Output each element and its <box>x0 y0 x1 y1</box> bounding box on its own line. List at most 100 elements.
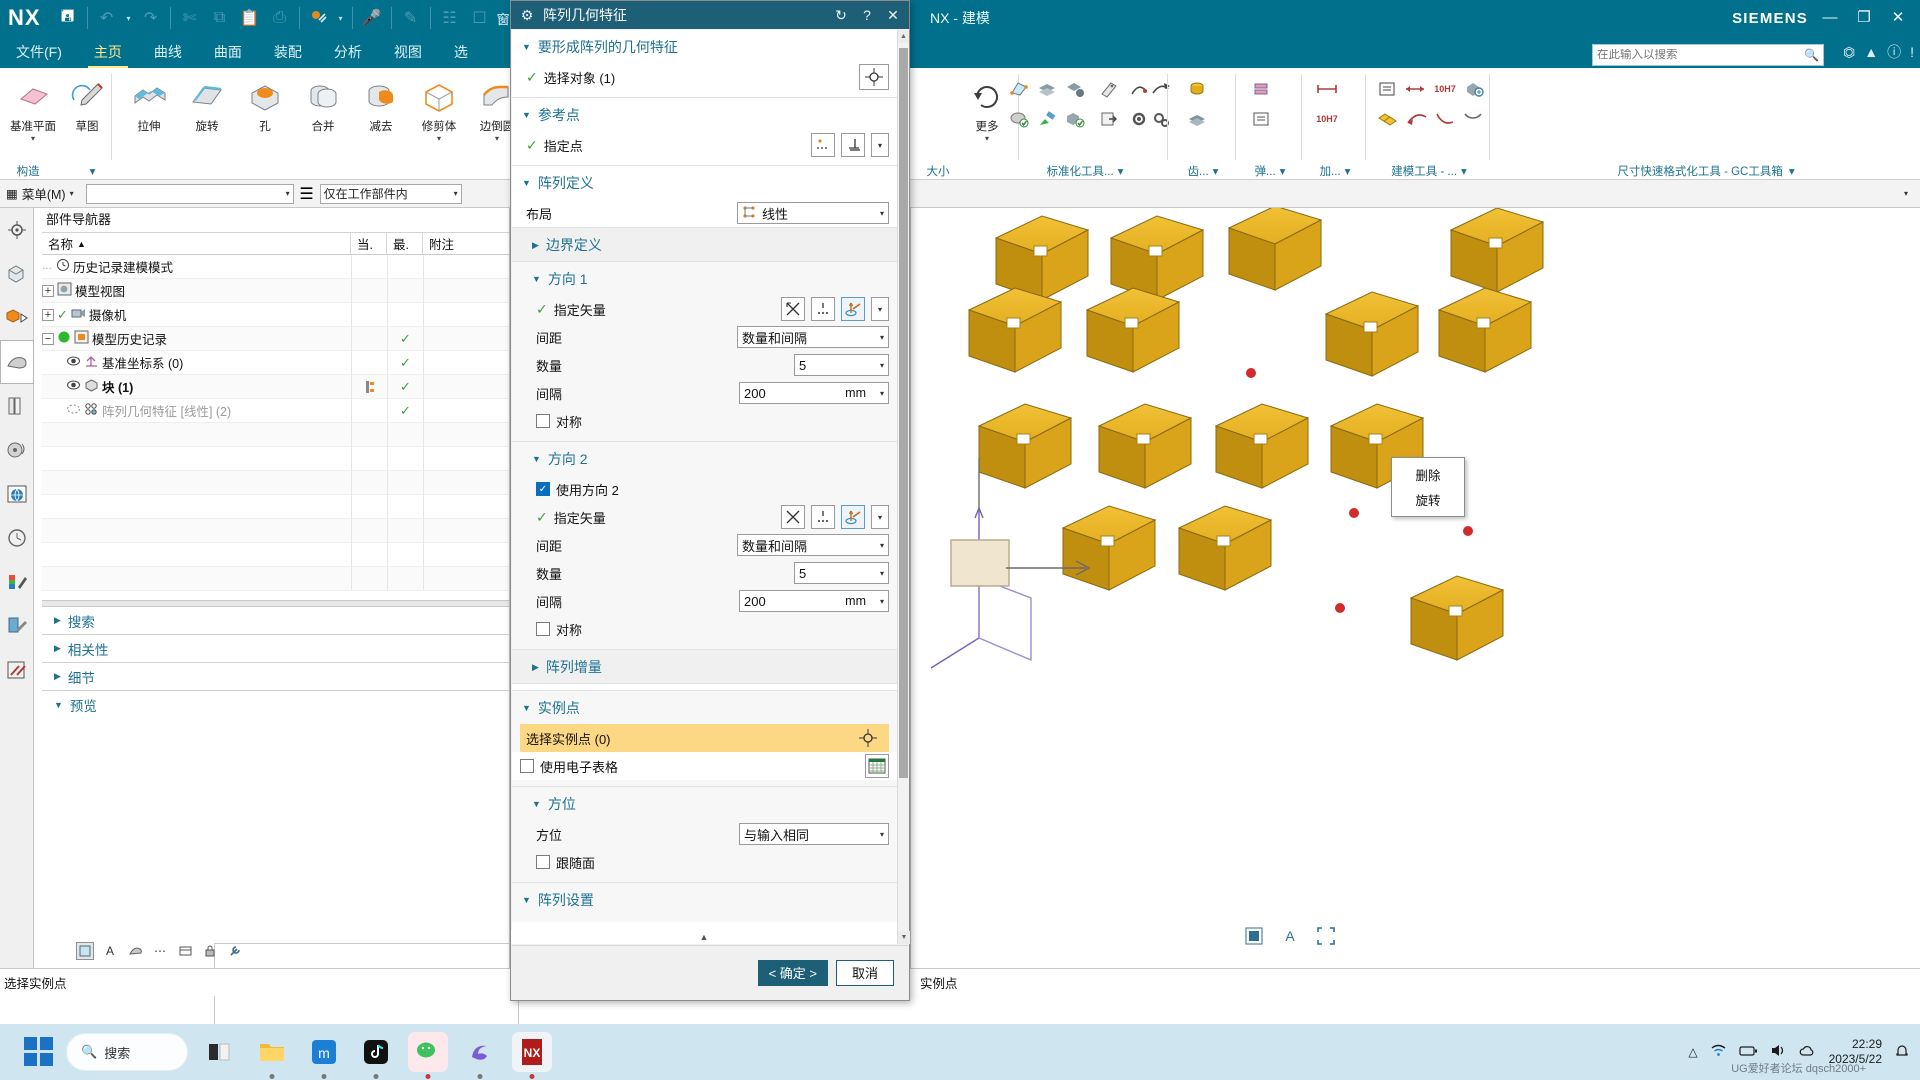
restore-button[interactable]: ❐ <box>1848 4 1880 30</box>
tab-curve[interactable]: 曲线 <box>138 39 198 68</box>
section-dependencies[interactable]: ▶ 相关性 <box>42 635 509 663</box>
search-icon[interactable]: 🔍 <box>1804 48 1819 62</box>
unite-button[interactable]: 合并 <box>292 76 354 134</box>
cloud-icon[interactable] <box>1799 1044 1817 1061</box>
chevron-down-icon[interactable]: ▼ <box>54 700 63 710</box>
revolve-button[interactable]: 旋转 <box>176 76 238 134</box>
chevron-down-icon[interactable]: ▼ <box>522 110 531 120</box>
use-spreadsheet-row[interactable]: 使用电子表格 <box>512 752 897 780</box>
chevron-down-icon[interactable]: ▼ <box>532 274 541 284</box>
alert-icon[interactable]: ! <box>1910 44 1914 60</box>
measure-icon[interactable] <box>1402 76 1428 102</box>
chevron-down-icon[interactable]: ▾ <box>880 541 884 550</box>
column-header-latest[interactable]: 最. <box>387 233 423 254</box>
chevron-down-icon[interactable]: ▾ <box>1461 164 1467 178</box>
edge-icon[interactable] <box>460 1032 500 1079</box>
coin-icon[interactable] <box>1184 76 1210 102</box>
chevron-down-icon[interactable]: ▼ <box>522 42 531 52</box>
table-row[interactable]: − 模型历史记录 ✓ <box>42 327 509 351</box>
search-input[interactable] <box>1597 49 1805 61</box>
direction2-symmetric-row[interactable]: 对称 <box>512 615 897 643</box>
reuse-library-icon[interactable] <box>0 384 34 428</box>
scrollbar-thumb[interactable] <box>899 48 908 778</box>
scroll-up-button[interactable]: ▲ <box>898 30 909 43</box>
table-row[interactable]: 阵列几何特征 [线性] (2) ✓ <box>42 399 509 423</box>
arc-icon[interactable] <box>1460 106 1486 132</box>
table-row[interactable]: 块 (1) ✓ <box>42 375 509 399</box>
specify-point-row[interactable]: ✓ 指定点 ▾ <box>512 131 897 159</box>
part-navigator-icon[interactable] <box>0 340 34 384</box>
cancel-button[interactable]: 取消 <box>836 959 894 986</box>
count-input[interactable]: 5 ▾ <box>794 354 889 376</box>
scope-combo[interactable]: 仅在工作部件内 ▾ <box>319 183 462 204</box>
chevron-up-icon[interactable]: ▲ <box>1864 44 1878 60</box>
section-header-boundary-definition[interactable]: ▶ 边界定义 <box>512 227 897 262</box>
section-header-direction-1[interactable]: ▼ 方向 1 <box>512 262 897 295</box>
tab-file[interactable]: 文件(F) <box>0 39 78 68</box>
tools-icon[interactable] <box>304 3 334 33</box>
assembly-navigator-icon[interactable] <box>0 208 34 252</box>
dimension-format-group-title[interactable]: 尺寸快速格式化工具 - GC工具箱 ▾ <box>1492 163 1920 179</box>
spacing-select[interactable]: 数量和间隔 ▾ <box>737 534 889 556</box>
filter-icon[interactable]: ☰ <box>294 184 320 204</box>
selection-icon[interactable] <box>1315 925 1337 947</box>
subtract-button[interactable]: 减去 <box>350 76 412 134</box>
list-icon[interactable] <box>176 942 194 960</box>
dots-icon[interactable]: ⋯ <box>151 942 169 960</box>
export-icon[interactable] <box>1096 106 1122 132</box>
chevron-down-icon[interactable]: ▾ <box>286 189 290 198</box>
symmetric-checkbox[interactable] <box>536 414 550 428</box>
close-button[interactable]: ✕ <box>1882 4 1914 30</box>
zoom-body-icon[interactable] <box>1462 76 1488 102</box>
battery-icon[interactable] <box>1739 1044 1758 1061</box>
use-direction2-row[interactable]: ✓ 使用方向 2 <box>512 475 897 503</box>
task-view-icon[interactable] <box>200 1032 240 1072</box>
orientation-select[interactable]: 与输入相同 ▾ <box>739 823 889 845</box>
expand-toggle[interactable]: + <box>42 308 54 321</box>
ok-button[interactable]: < 确定 > <box>757 959 828 986</box>
body-check-icon[interactable] <box>1062 106 1088 132</box>
panel-splitter[interactable] <box>42 600 509 607</box>
count-input[interactable]: 5 ▾ <box>794 562 889 584</box>
file-explorer-icon[interactable] <box>252 1032 292 1079</box>
tolerance2-icon[interactable]: 10H7 <box>1432 76 1458 102</box>
volume-icon[interactable] <box>1770 1043 1787 1061</box>
point-target-icon[interactable] <box>859 64 889 90</box>
selection-filter-combo[interactable]: ▾ <box>85 183 294 204</box>
chevron-down-icon[interactable]: ▾ <box>1280 164 1286 178</box>
redo-icon[interactable]: ↷ <box>136 3 166 33</box>
tag-icon[interactable] <box>1096 76 1122 102</box>
help-icon[interactable]: ? <box>857 7 877 23</box>
follow-face-row[interactable]: 跟随面 <box>512 848 897 876</box>
chevron-down-icon[interactable]: ▾ <box>880 569 884 578</box>
collapse-toggle[interactable]: − <box>42 332 54 345</box>
point-constructor-icon[interactable] <box>841 133 865 157</box>
expand-toggle[interactable]: + <box>42 284 54 297</box>
trim-body-button[interactable]: 修剪体 ▾ <box>408 76 470 143</box>
tab-home[interactable]: 主页 <box>78 39 138 68</box>
annotation-icon[interactable]: A <box>1279 925 1301 947</box>
help-icon[interactable]: ⓘ <box>1887 42 1901 62</box>
chevron-down-icon[interactable]: ▾ <box>70 189 74 198</box>
datum-plane-button[interactable]: 基准平面 ▾ <box>2 76 64 143</box>
cut-icon[interactable]: ✄ <box>175 3 205 33</box>
sequence-navigator-icon[interactable] <box>0 252 34 296</box>
chevron-down-icon[interactable]: ▾ <box>880 389 884 398</box>
window-tile-icon[interactable]: ☷ <box>435 3 465 33</box>
spreadsheet-icon[interactable] <box>865 754 889 778</box>
table-row[interactable]: + 模型视图 <box>42 279 509 303</box>
sheet-body-icon[interactable] <box>0 604 34 648</box>
chevron-down-icon[interactable]: ▼ <box>522 178 531 188</box>
direction2-vector-row[interactable]: ✓ 指定矢量 ▾ <box>512 503 897 531</box>
chevron-down-icon[interactable]: ▾ <box>2 134 64 143</box>
direction1-vector-row[interactable]: ✓ 指定矢量 ▾ <box>512 295 897 323</box>
windows-start-icon[interactable] <box>24 1037 54 1067</box>
fullscreen-icon[interactable]: ⏣ <box>1843 44 1855 61</box>
chevron-down-icon[interactable]: ▾ <box>871 297 889 321</box>
close-icon[interactable]: ✕ <box>883 7 903 24</box>
dialog-scrollbar[interactable]: ▲ ▼ <box>897 30 910 944</box>
gold-blocks-icon[interactable] <box>1374 106 1400 132</box>
viewport-context-menu[interactable]: 删除 旋转 <box>1391 457 1465 517</box>
context-menu-item-rotate[interactable]: 旋转 <box>1392 487 1464 512</box>
history-icon[interactable] <box>0 428 34 472</box>
